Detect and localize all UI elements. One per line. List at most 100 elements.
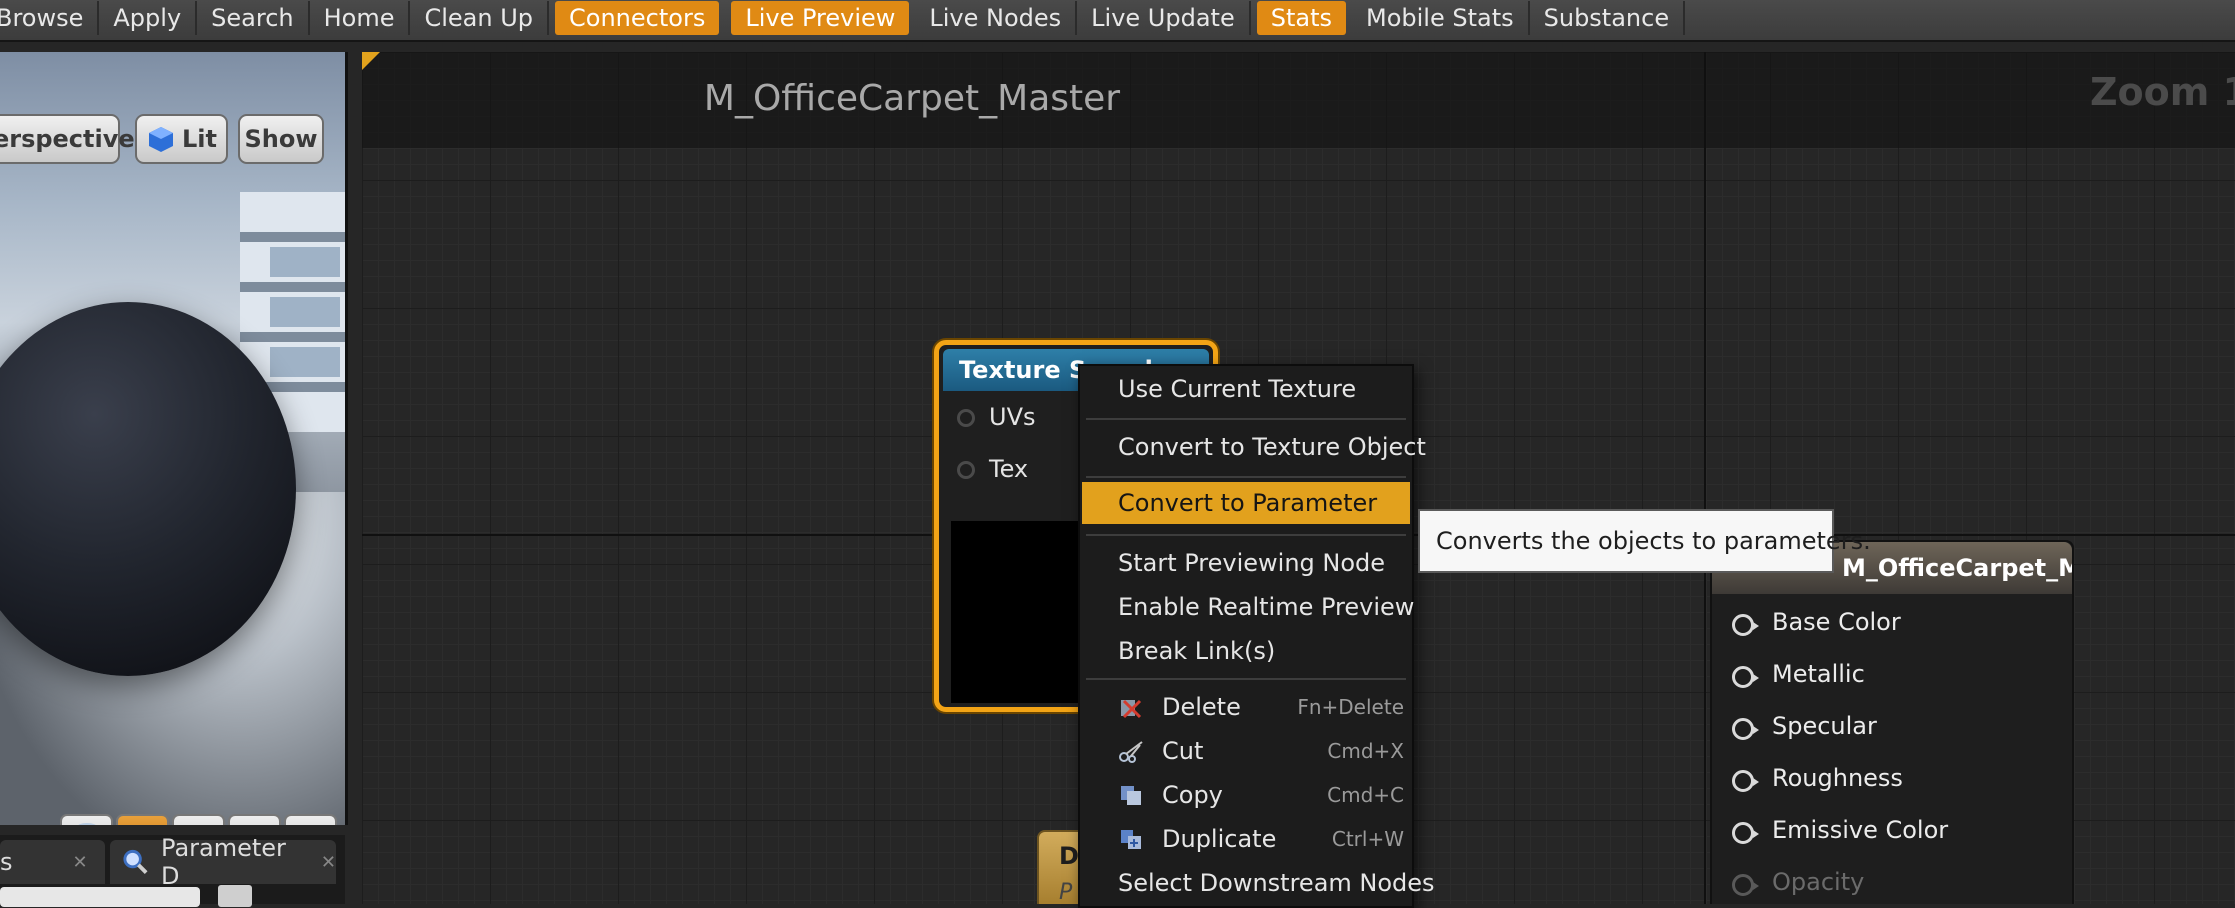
toolbar-apply-button[interactable]: Apply — [99, 1, 198, 35]
opacity-pin — [1732, 874, 1759, 896]
toolbar-connectors-button[interactable]: Connectors — [555, 1, 720, 35]
metallic-pin[interactable] — [1732, 666, 1759, 688]
partial-node-title: D — [1059, 842, 1079, 870]
specular-label: Specular — [1772, 712, 1877, 740]
roughness-label: Roughness — [1772, 764, 1903, 792]
cylinder-icon — [77, 823, 96, 825]
opacity-label: Opacity — [1772, 868, 1865, 896]
menu-break-links-label: Break Link(s) — [1118, 637, 1276, 665]
base-color-pin[interactable] — [1732, 614, 1759, 636]
menu-duplicate-label: Duplicate — [1162, 825, 1277, 853]
delete-icon — [1121, 699, 1142, 719]
menu-use-current-texture[interactable]: Use Current Texture — [1082, 368, 1410, 410]
menu-cut-shortcut: Cmd+X — [1327, 739, 1404, 763]
metallic-label: Metallic — [1772, 660, 1865, 688]
menu-cut-label: Cut — [1162, 737, 1204, 765]
lit-cube-icon — [149, 127, 173, 152]
menu-select-downstream-nodes[interactable]: Select Downstream Nodes — [1082, 862, 1435, 904]
tex-pin-label: Tex — [989, 455, 1029, 483]
magnifier-icon — [123, 849, 148, 874]
toolbar-mobile-stats-button[interactable]: Mobile Stats — [1352, 1, 1530, 35]
base-color-label: Base Color — [1772, 608, 1901, 636]
toolbar-clean-up-button[interactable]: Clean Up — [410, 1, 550, 35]
main-toolbar: Browse Apply Search Home Clean Up Connec… — [0, 0, 2235, 42]
cube-icon — [239, 823, 271, 825]
perspective-button[interactable]: Perspective — [0, 114, 135, 164]
menu-start-previewing-node[interactable]: Start Previewing Node — [1082, 542, 1410, 584]
lit-label: Lit — [182, 125, 217, 153]
lit-button[interactable]: Lit — [135, 114, 228, 164]
menu-enable-realtime-preview[interactable]: Enable Realtime Preview — [1082, 586, 1414, 628]
tab-parameter-defaults[interactable]: Parameter D ✕ — [110, 834, 336, 890]
menu-delete-shortcut: Fn+Delete — [1297, 695, 1404, 719]
uvs-pin[interactable] — [957, 409, 975, 427]
toolbar-stats-button[interactable]: Stats — [1256, 1, 1346, 35]
duplicate-icon — [1121, 830, 1141, 849]
menu-convert-to-parameter-label: Convert to Parameter — [1118, 489, 1378, 517]
graph-origin-vertical-axis — [1704, 52, 1706, 904]
copy-icon — [1121, 786, 1141, 805]
material-result-node[interactable]: M_OfficeCarpet_Master Base Color Metalli… — [1710, 540, 2074, 904]
show-button[interactable]: Show — [238, 114, 324, 164]
tab-details[interactable]: s ✕ — [0, 840, 105, 884]
tex-pin[interactable] — [957, 461, 975, 479]
menu-delete-label: Delete — [1162, 693, 1241, 721]
menu-separator — [1086, 476, 1406, 478]
menu-use-current-texture-label: Use Current Texture — [1118, 375, 1357, 403]
menu-break-links[interactable]: Break Link(s) — [1082, 630, 1410, 672]
preview-cylinder-button[interactable] — [60, 814, 113, 825]
preview-shape-toolbar — [60, 814, 337, 825]
uvs-pin-label: UVs — [989, 403, 1036, 431]
scissors-icon — [1119, 741, 1143, 763]
menu-convert-to-parameter[interactable]: Convert to Parameter — [1082, 482, 1410, 524]
left-search-input[interactable] — [0, 887, 200, 907]
left-panel-tabs: s ✕ Parameter D ✕ — [0, 834, 345, 907]
toolbar-live-preview-button[interactable]: Live Preview — [731, 1, 910, 35]
menu-copy-shortcut: Cmd+C — [1327, 783, 1404, 807]
tab-parameter-defaults-label: Parameter D — [161, 834, 286, 890]
menu-separator — [1086, 418, 1406, 420]
sphere-icon — [127, 823, 159, 825]
perspective-label: Perspective — [0, 125, 135, 153]
preview-sphere-button[interactable] — [116, 814, 169, 825]
tooltip-text: Converts the objects to parameters. — [1436, 527, 1871, 555]
tab-details-label: s — [0, 848, 13, 876]
menu-copy-label: Copy — [1162, 781, 1223, 809]
menu-separator — [1086, 678, 1406, 680]
close-icon[interactable]: ✕ — [321, 852, 336, 873]
close-icon[interactable]: ✕ — [73, 852, 88, 873]
toolbar-home-button[interactable]: Home — [310, 1, 411, 35]
menu-enable-realtime-preview-label: Enable Realtime Preview — [1118, 593, 1415, 621]
menu-cut[interactable]: Cut Cmd+X — [1082, 730, 1410, 772]
tooltip: Converts the objects to parameters. — [1418, 509, 1871, 573]
graph-corner-marker — [362, 52, 380, 70]
toolbar-browse-button[interactable]: Browse — [0, 1, 100, 35]
toolbar-live-update-button[interactable]: Live Update — [1077, 1, 1251, 35]
menu-convert-to-texture-object[interactable]: Convert to Texture Object — [1082, 426, 1426, 468]
partial-node-subtitle: P — [1059, 880, 1073, 904]
emissive-color-label: Emissive Color — [1772, 816, 1949, 844]
preview-teapot-button[interactable] — [284, 814, 337, 825]
toolbar-live-nodes-button[interactable]: Live Nodes — [915, 1, 1078, 35]
specular-pin[interactable] — [1732, 718, 1759, 740]
emissive-color-pin[interactable] — [1732, 822, 1759, 844]
node-context-menu: Use Current Texture Convert to Texture O… — [1078, 364, 1435, 908]
menu-select-downstream-nodes-label: Select Downstream Nodes — [1118, 869, 1435, 897]
preview-cube-button[interactable] — [228, 814, 281, 825]
graph-title: M_OfficeCarpet_Master — [703, 78, 1121, 119]
menu-convert-to-texture-object-label: Convert to Texture Object — [1118, 433, 1426, 461]
menu-start-previewing-node-label: Start Previewing Node — [1118, 549, 1386, 577]
menu-duplicate[interactable]: Duplicate Ctrl+W — [1082, 818, 1410, 860]
zoom-label: Zoom 1:1 — [2090, 70, 2235, 114]
menu-duplicate-shortcut: Ctrl+W — [1331, 827, 1404, 851]
roughness-pin[interactable] — [1732, 770, 1759, 792]
material-preview-viewport[interactable]: Perspective Lit Show — [0, 52, 348, 825]
toolbar-substance-button[interactable]: Substance — [1530, 1, 1686, 35]
menu-delete[interactable]: Delete Fn+Delete — [1082, 686, 1410, 728]
menu-copy[interactable]: Copy Cmd+C — [1082, 774, 1410, 816]
toolbar-search-button[interactable]: Search — [197, 1, 310, 35]
show-label: Show — [244, 125, 318, 153]
preview-plane-button[interactable] — [172, 814, 225, 825]
teapot-icon — [293, 824, 329, 825]
menu-separator — [1086, 534, 1406, 536]
